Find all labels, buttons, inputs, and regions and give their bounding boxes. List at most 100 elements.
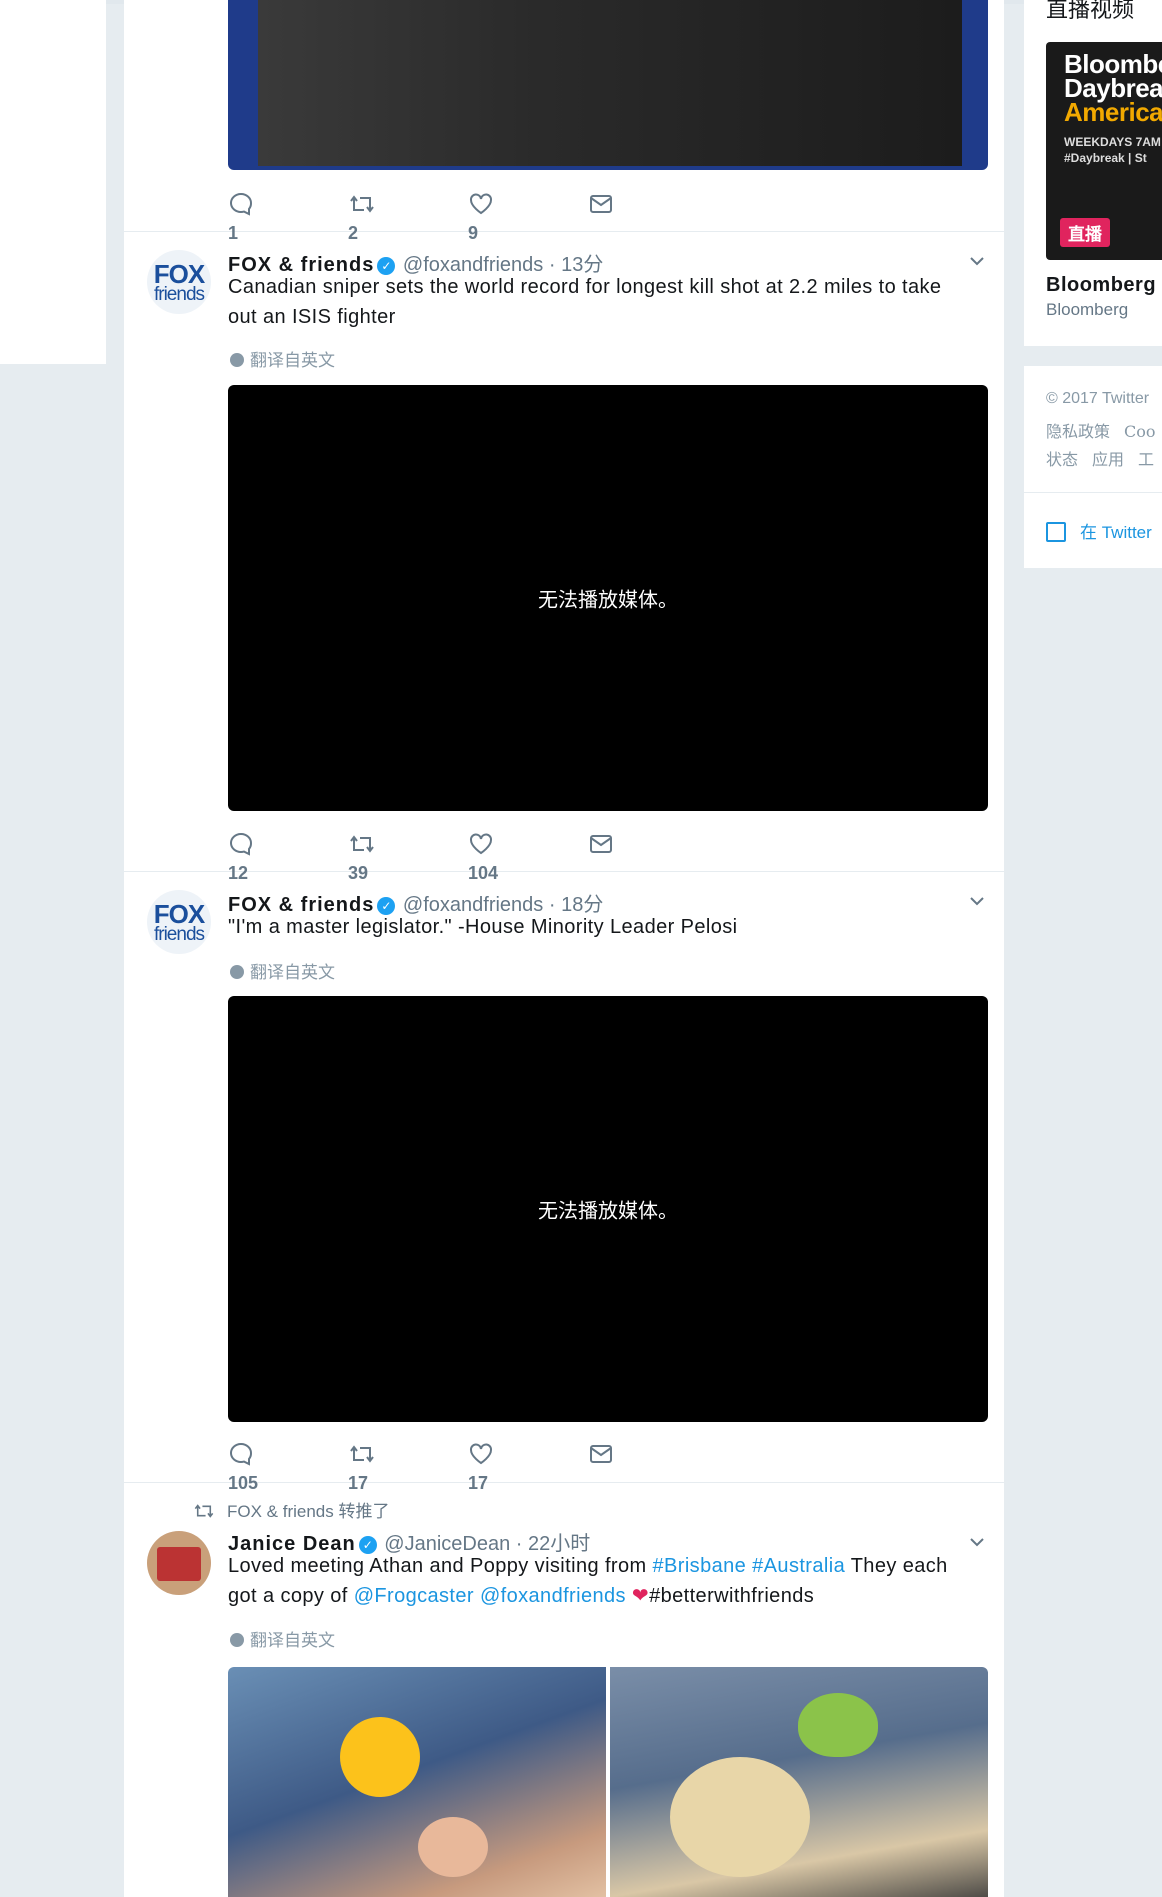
retweet-icon: [350, 195, 374, 213]
channel-name[interactable]: Bloomberg: [1046, 274, 1156, 297]
reply-icon: [230, 193, 252, 216]
tweet[interactable]: FOX friends FOX & friends ✓ @foxandfriend…: [124, 232, 1004, 883]
fox-friends-logo: FOX friends: [147, 250, 211, 314]
retweet-icon: [194, 1504, 214, 1518]
retweet-context-text: FOX & friends 转推了: [227, 1502, 390, 1521]
child-face: [418, 1817, 488, 1877]
chevron-down-icon[interactable]: [970, 254, 984, 268]
open-in-twitter-label: 在 Twitter: [1080, 523, 1152, 542]
retweet-button[interactable]: 39: [348, 828, 390, 883]
tweet-photo[interactable]: [228, 1667, 606, 1897]
woman-hair: [670, 1757, 810, 1877]
tweet-video[interactable]: [228, 0, 988, 170]
avatar[interactable]: FOX friends: [147, 250, 211, 314]
logo-subtext: friends: [153, 924, 205, 945]
like-button[interactable]: 17: [468, 1438, 508, 1493]
live-video-module: 直播视频 BloombergDaybreakAmericas WEEKDAYS …: [1024, 0, 1162, 346]
video-frame-content: [258, 0, 962, 166]
tweet-photo[interactable]: [610, 1667, 988, 1897]
media-error-message: 无法播放媒体。: [538, 1198, 678, 1223]
tweet-partial-top: 1 2 9: [124, 0, 1004, 243]
heart-eyes-emoji-icon: [340, 1717, 420, 1797]
footer-link-cookies[interactable]: Coo: [1124, 422, 1156, 441]
hashtag-link[interactable]: #Australia: [752, 1555, 845, 1577]
logo-text: FOX: [153, 259, 205, 289]
envelope-icon: [590, 195, 612, 214]
live-video-card[interactable]: BloombergDaybreakAmericas WEEKDAYS 7AM #D…: [1046, 42, 1162, 260]
mention-link[interactable]: @foxandfriends: [480, 1585, 626, 1607]
globe-icon: [230, 965, 244, 979]
footer-link-tools[interactable]: 工: [1138, 450, 1154, 469]
dm-button[interactable]: [588, 828, 628, 858]
open-in-twitter-link[interactable]: 在 Twitter: [1046, 518, 1152, 543]
footer-link-apps[interactable]: 应用: [1092, 450, 1124, 469]
retweet-context[interactable]: FOX & friends 转推了: [193, 1497, 389, 1522]
retweet-button[interactable]: 2: [348, 188, 390, 243]
media-error-message: 无法播放媒体。: [538, 587, 678, 612]
logo-text: FOX: [153, 899, 205, 929]
heart-emoji-icon: ❤: [631, 1585, 650, 1607]
globe-icon: [230, 1633, 244, 1647]
hashtag-link[interactable]: #Brisbane: [653, 1555, 747, 1577]
channel-handle[interactable]: Bloomberg: [1046, 300, 1128, 320]
retweet-button[interactable]: 17: [348, 1438, 390, 1493]
avatar-photo: [157, 1547, 201, 1581]
frog-emoji-icon: [798, 1693, 878, 1757]
footer-links: 隐私政策 Coo: [1046, 418, 1162, 442]
dm-button[interactable]: [588, 1438, 628, 1468]
footer-link-status[interactable]: 状态: [1046, 450, 1078, 469]
card-schedule-line: WEEKDAYS 7AM: [1064, 135, 1161, 149]
chevron-down-icon[interactable]: [970, 894, 984, 908]
retweet-icon: [350, 835, 374, 853]
tweet-text: "I'm a master legislator." -House Minori…: [228, 916, 738, 938]
translate-link[interactable]: 翻译自英文: [230, 958, 335, 983]
divider: [1024, 492, 1162, 493]
tweet-retweeted[interactable]: FOX & friends 转推了 Janice Dean ✓ @JaniceDe…: [124, 1483, 1004, 1897]
timeline: 1 2 9 FOX friends FOX & friends ✓ @foxand…: [124, 0, 1004, 1897]
mention-link[interactable]: @Frogcaster: [354, 1585, 474, 1607]
globe-icon: [230, 353, 244, 367]
reply-icon: [230, 833, 252, 856]
fox-friends-logo: FOX friends: [147, 890, 211, 954]
heart-icon: [470, 1443, 492, 1465]
card-title: BloombergDaybreakAmericas: [1064, 51, 1162, 127]
live-video-title: 直播视频: [1046, 0, 1135, 23]
text-segment: Loved meeting Athan and Poppy visiting f…: [228, 1555, 653, 1577]
copyright: © 2017 Twitter: [1046, 390, 1150, 407]
text-segment: #betterwithfriends: [649, 1585, 815, 1607]
external-link-icon: [1046, 522, 1066, 542]
reply-button[interactable]: 105: [228, 1438, 268, 1493]
card-schedule-line: #Daybreak | St: [1064, 151, 1147, 165]
translate-link[interactable]: 翻译自英文: [230, 346, 335, 371]
tweet-text: Canadian sniper sets the world record fo…: [228, 276, 942, 328]
retweet-icon: [350, 1445, 374, 1463]
tweet[interactable]: FOX friends FOX & friends ✓ @foxandfriend…: [124, 872, 1004, 1493]
card-title-line: Americas: [1064, 97, 1162, 127]
heart-icon: [470, 193, 492, 215]
footer-module: © 2017 Twitter 隐私政策 Coo 状态 应用工 在 Twitter: [1024, 366, 1162, 568]
like-button[interactable]: 104: [468, 828, 508, 883]
tweet-text: Loved meeting Athan and Poppy visiting f…: [228, 1551, 968, 1611]
tweet-media[interactable]: 无法播放媒体。: [228, 385, 988, 811]
reply-button[interactable]: 12: [228, 828, 268, 883]
envelope-icon: [590, 835, 612, 854]
left-profile-panel: [0, 0, 106, 364]
tweet-media[interactable]: 无法播放媒体。: [228, 996, 988, 1422]
reply-button[interactable]: 1: [228, 188, 268, 243]
dm-button[interactable]: [588, 188, 628, 218]
avatar[interactable]: FOX friends: [147, 890, 211, 954]
avatar[interactable]: [147, 1531, 211, 1595]
translate-label: 翻译自英文: [250, 963, 335, 983]
translate-link[interactable]: 翻译自英文: [230, 1626, 335, 1651]
chevron-down-icon[interactable]: [970, 1535, 984, 1549]
envelope-icon: [590, 1445, 612, 1464]
like-button[interactable]: 9: [468, 188, 508, 243]
logo-subtext: friends: [153, 284, 205, 305]
reply-icon: [230, 1443, 252, 1466]
translate-label: 翻译自英文: [250, 1631, 335, 1651]
footer-link-privacy[interactable]: 隐私政策: [1046, 422, 1110, 441]
card-schedule: WEEKDAYS 7AM #Daybreak | St: [1064, 134, 1161, 166]
translate-label: 翻译自英文: [250, 351, 335, 371]
footer-links: 状态 应用工: [1046, 446, 1162, 470]
live-badge: 直播: [1060, 218, 1110, 247]
